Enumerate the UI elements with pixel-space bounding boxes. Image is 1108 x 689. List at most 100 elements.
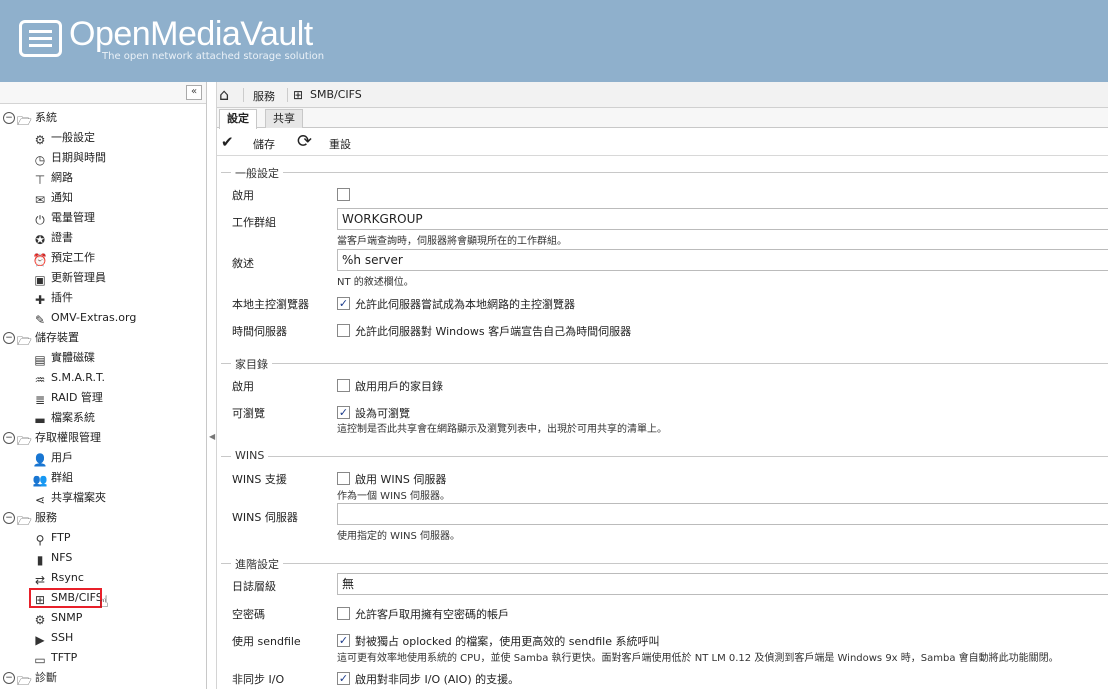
time-server-label: 時間伺服器	[232, 325, 287, 338]
tree-item-label: 診斷	[35, 671, 57, 684]
tree-category[interactable]: − 🗁 存取權限管理	[0, 428, 206, 448]
tree-item-label: FTP	[51, 531, 71, 544]
tree-item[interactable]: ▣ 更新管理員	[0, 268, 206, 288]
refresh-icon[interactable]: ⟳	[297, 131, 312, 152]
tree-category[interactable]: − 🗁 儲存裝置	[0, 328, 206, 348]
wins-support-hint: 作為一個 WINS 伺服器。	[337, 491, 451, 502]
tree-item[interactable]: ◷ 日期與時間	[0, 148, 206, 168]
homes-enable-label: 啟用	[232, 380, 254, 393]
sidebar-splitter[interactable]: ◀	[207, 82, 217, 689]
enable-label: 啟用	[232, 189, 254, 202]
collapse-toggle-icon[interactable]: −	[3, 672, 15, 684]
tree-category[interactable]: − 🗁 系統	[0, 108, 206, 128]
tree-item[interactable]: ≣ RAID 管理	[0, 388, 206, 408]
tree-item[interactable]: ▶ SSH	[0, 628, 206, 648]
breadcrumb-services[interactable]: 服務	[253, 88, 275, 104]
wins-support-checkbox[interactable]	[337, 472, 350, 485]
wins-support-label: WINS 支援	[232, 473, 287, 486]
tree-item-label: 群組	[51, 471, 73, 484]
puzzle-icon: ✚	[34, 293, 46, 307]
folder-open-icon: 🗁	[17, 674, 32, 688]
tree-item[interactable]: ▭ TFTP	[0, 648, 206, 668]
browseable-checkbox[interactable]: ✓	[337, 406, 350, 419]
save-button[interactable]: 儲存	[253, 136, 275, 152]
tree-item[interactable]: ⚲ FTP	[0, 528, 206, 548]
tree-item[interactable]: ⏻ 電量管理	[0, 208, 206, 228]
breadcrumb-separator	[243, 88, 244, 102]
advanced-section: 進階設定 日誌層級 無 空密碼 允許客戶取用擁有空密碼的帳戶 使用 sendfi…	[221, 556, 1108, 689]
rsync-icon: ⇄	[34, 573, 46, 587]
smart-icon: ♒	[34, 373, 46, 387]
local-master-checkbox[interactable]: ✓	[337, 297, 350, 310]
tree-item[interactable]: ▮ NFS	[0, 548, 206, 568]
tree-item[interactable]: ✎ OMV-Extras.org	[0, 308, 206, 328]
tree-item[interactable]: 👤 用戶	[0, 448, 206, 468]
aio-checkbox[interactable]: ✓	[337, 672, 350, 685]
tree-item[interactable]: ⊞ SMB/CIFS ☝	[0, 588, 206, 611]
wins-server-input[interactable]	[337, 503, 1108, 525]
envelope-icon: ✉	[34, 193, 46, 207]
collapse-toggle-icon[interactable]: −	[3, 112, 15, 124]
tree-item-label: 檔案系統	[51, 411, 95, 424]
tree-item[interactable]: ✉ 通知	[0, 188, 206, 208]
enable-checkbox[interactable]	[337, 188, 350, 201]
navigation-sidebar: « − 🗁 系統 ⚙ 一般設定 ◷ 日期與時間 ⊤ 網路 ✉ 通知 ⏻ 電量管理 ✪ 證書 ⏰ 預定工作 ▣ 更新管…	[0, 82, 207, 689]
power-icon: ⏻	[35, 213, 45, 227]
home-icon[interactable]: ⌂	[219, 85, 229, 104]
description-hint: NT 的敘述欄位。	[337, 277, 414, 288]
tab-settings[interactable]: 設定	[219, 109, 257, 129]
tree-item-label: RAID 管理	[51, 391, 103, 404]
workgroup-input[interactable]: WORKGROUP	[337, 208, 1108, 230]
tree-item-label: 日期與時間	[51, 151, 106, 164]
wins-server-hint: 使用指定的 WINS 伺服器。	[337, 531, 461, 542]
browseable-text: 設為可瀏覽	[355, 407, 410, 420]
tree-item[interactable]: ⏰ 預定工作	[0, 248, 206, 268]
splitter-arrow-icon[interactable]: ◀	[209, 432, 215, 441]
aio-label: 非同步 I/O	[232, 673, 285, 686]
tree-item[interactable]: ✪ 證書	[0, 228, 206, 248]
tree-item-label: 通知	[51, 191, 73, 204]
collapse-toggle-icon[interactable]: −	[3, 332, 15, 344]
tree-item-label: 用戶	[51, 451, 73, 464]
sendfile-text: 對被獨占 oplocked 的檔案，使用更高效的 sendfile 系統呼叫	[355, 635, 660, 648]
tree-item-label: 存取權限管理	[35, 431, 101, 444]
reset-button[interactable]: 重設	[329, 136, 351, 152]
tree-item[interactable]: ⚙ SNMP	[0, 608, 206, 628]
tree-item[interactable]: ✚ 插件	[0, 288, 206, 308]
collapse-sidebar-button[interactable]: «	[186, 85, 202, 100]
null-passwords-checkbox[interactable]	[337, 607, 350, 620]
log-level-select[interactable]: 無	[337, 573, 1108, 595]
time-server-checkbox[interactable]	[337, 324, 350, 337]
tree-item[interactable]: ♒ S.M.A.R.T.	[0, 368, 206, 388]
sendfile-checkbox[interactable]: ✓	[337, 634, 350, 647]
folder-icon: ▬	[34, 413, 46, 427]
tree-item-label: NFS	[51, 551, 73, 564]
tree-item[interactable]: ⊤ 網路	[0, 168, 206, 188]
tree-category[interactable]: − 🗁 診斷	[0, 668, 206, 688]
tree-item[interactable]: ▤ 實體磁碟	[0, 348, 206, 368]
tab-shares[interactable]: 共享	[265, 109, 303, 128]
checkmark-icon[interactable]: ✔	[221, 133, 234, 151]
null-passwords-text: 允許客戶取用擁有空密碼的帳戶	[355, 608, 509, 621]
tree-item[interactable]: ⇄ Rsync	[0, 568, 206, 588]
collapse-toggle-icon[interactable]: −	[3, 512, 15, 524]
tree-item-label: SNMP	[51, 611, 83, 624]
breadcrumb: ⌂ 服務 ⊞ SMB/CIFS	[217, 82, 1108, 108]
workgroup-label: 工作群組	[232, 216, 276, 229]
homes-enable-checkbox[interactable]	[337, 379, 350, 392]
tree-item[interactable]: ⚙ 一般設定	[0, 128, 206, 148]
wrench-icon: ✎	[34, 313, 46, 327]
clock-icon: ◷	[34, 153, 46, 167]
tree-item[interactable]: ⋖ 共享檔案夾	[0, 488, 206, 508]
tree-item[interactable]: 👥 群組	[0, 468, 206, 488]
tree-category[interactable]: − 🗁 服務	[0, 508, 206, 528]
snmp-icon: ⚙	[34, 613, 46, 627]
wins-section: WINS WINS 支援 啟用 WINS 伺服器 作為一個 WINS 伺服器。 …	[221, 449, 1108, 546]
local-master-text: 允許此伺服器嘗試成為本地網路的主控瀏覽器	[355, 298, 575, 311]
collapse-toggle-icon[interactable]: −	[3, 432, 15, 444]
breadcrumb-smb[interactable]: SMB/CIFS	[310, 88, 362, 101]
browseable-hint: 這控制是否此共享會在網路顯示及瀏覽列表中，出現於可用共享的清單上。	[337, 424, 667, 435]
tree-item[interactable]: ▬ 檔案系統	[0, 408, 206, 428]
description-input[interactable]: %h server	[337, 249, 1108, 271]
menu-icon[interactable]	[19, 20, 62, 57]
